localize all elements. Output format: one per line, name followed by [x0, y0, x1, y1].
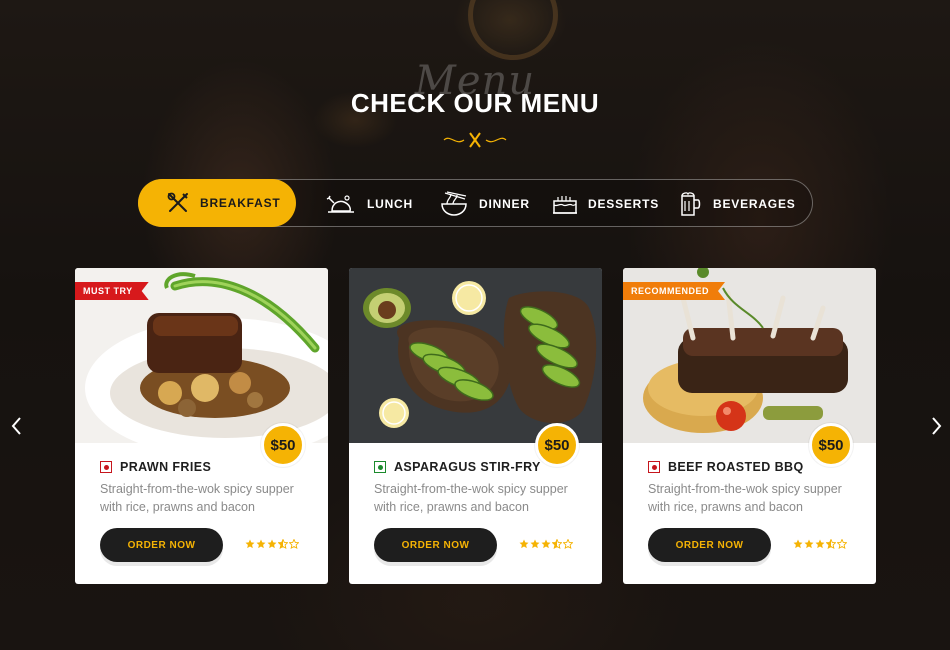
- star-half-icon: [826, 539, 836, 549]
- star-full-icon: [541, 539, 551, 549]
- tab-label: DINNER: [479, 197, 530, 211]
- tab-dinner[interactable]: DINNER: [439, 180, 530, 228]
- tab-label: BREAKFAST: [200, 196, 281, 210]
- star-full-icon: [530, 539, 540, 549]
- star-full-icon: [245, 539, 255, 549]
- price-badge: $50: [809, 423, 853, 467]
- non-veg-icon: [648, 461, 660, 473]
- dish-image: [349, 268, 602, 443]
- menu-tabs: BREAKFAST LUNCH DINNER DESSERTS BEVERAGE…: [138, 179, 813, 227]
- tab-label: LUNCH: [367, 197, 413, 211]
- star-full-icon: [519, 539, 529, 549]
- veg-icon: [374, 461, 386, 473]
- tab-desserts[interactable]: DESSERTS: [552, 180, 659, 228]
- roast-chicken-icon: [326, 195, 354, 213]
- rating-stars: [519, 539, 573, 549]
- tab-label: BEVERAGES: [713, 197, 796, 211]
- divider-ornament-icon: [443, 132, 507, 148]
- dish-name: ASPARAGUS STIR-FRY: [394, 460, 541, 474]
- dish-name: BEEF ROASTED BBQ: [668, 460, 804, 474]
- star-empty-icon: [289, 539, 299, 549]
- tab-breakfast[interactable]: BREAKFAST: [138, 179, 296, 227]
- menu-card: $50 ASPARAGUS STIR-FRY Straight-from-the…: [349, 268, 602, 584]
- price-badge: $50: [535, 423, 579, 467]
- order-now-button[interactable]: ORDER NOW: [100, 528, 223, 562]
- order-now-button[interactable]: ORDER NOW: [648, 528, 771, 562]
- ribbon-badge: MUST TRY: [75, 282, 149, 300]
- order-now-button[interactable]: ORDER NOW: [374, 528, 497, 562]
- menu-card: MUST TRY $50 PRAWN FRIES Straight-from-t…: [75, 268, 328, 584]
- star-full-icon: [815, 539, 825, 549]
- star-half-icon: [278, 539, 288, 549]
- star-empty-icon: [563, 539, 573, 549]
- star-full-icon: [256, 539, 266, 549]
- ribbon-badge: RECOMMENDED: [623, 282, 725, 300]
- price-badge: $50: [261, 423, 305, 467]
- dish-name: PRAWN FRIES: [120, 460, 212, 474]
- prev-arrow-icon[interactable]: [9, 415, 25, 437]
- star-full-icon: [804, 539, 814, 549]
- tab-lunch[interactable]: LUNCH: [325, 180, 413, 228]
- next-arrow-icon[interactable]: [928, 415, 944, 437]
- rating-stars: [793, 539, 847, 549]
- star-full-icon: [267, 539, 277, 549]
- star-full-icon: [793, 539, 803, 549]
- star-half-icon: [552, 539, 562, 549]
- tab-label: DESSERTS: [588, 197, 660, 211]
- tab-beverages[interactable]: BEVERAGES: [679, 180, 796, 228]
- section-title: CHECK OUR MENU: [350, 88, 600, 118]
- dish-description: Straight-from-the-wok spicy supper with …: [100, 482, 294, 514]
- dish-description: Straight-from-the-wok spicy supper with …: [374, 482, 568, 514]
- fork-knife-icon: [167, 192, 188, 212]
- rating-stars: [245, 539, 299, 549]
- non-veg-icon: [100, 461, 112, 473]
- menu-card: RECOMMENDED $50 BEEF ROASTED BBQ Straigh…: [623, 268, 876, 584]
- dish-description: Straight-from-the-wok spicy supper with …: [648, 482, 842, 514]
- beverage-icon: [681, 192, 701, 216]
- noodle-bowl-icon: [441, 191, 467, 216]
- cake-icon: [553, 196, 577, 214]
- star-empty-icon: [837, 539, 847, 549]
